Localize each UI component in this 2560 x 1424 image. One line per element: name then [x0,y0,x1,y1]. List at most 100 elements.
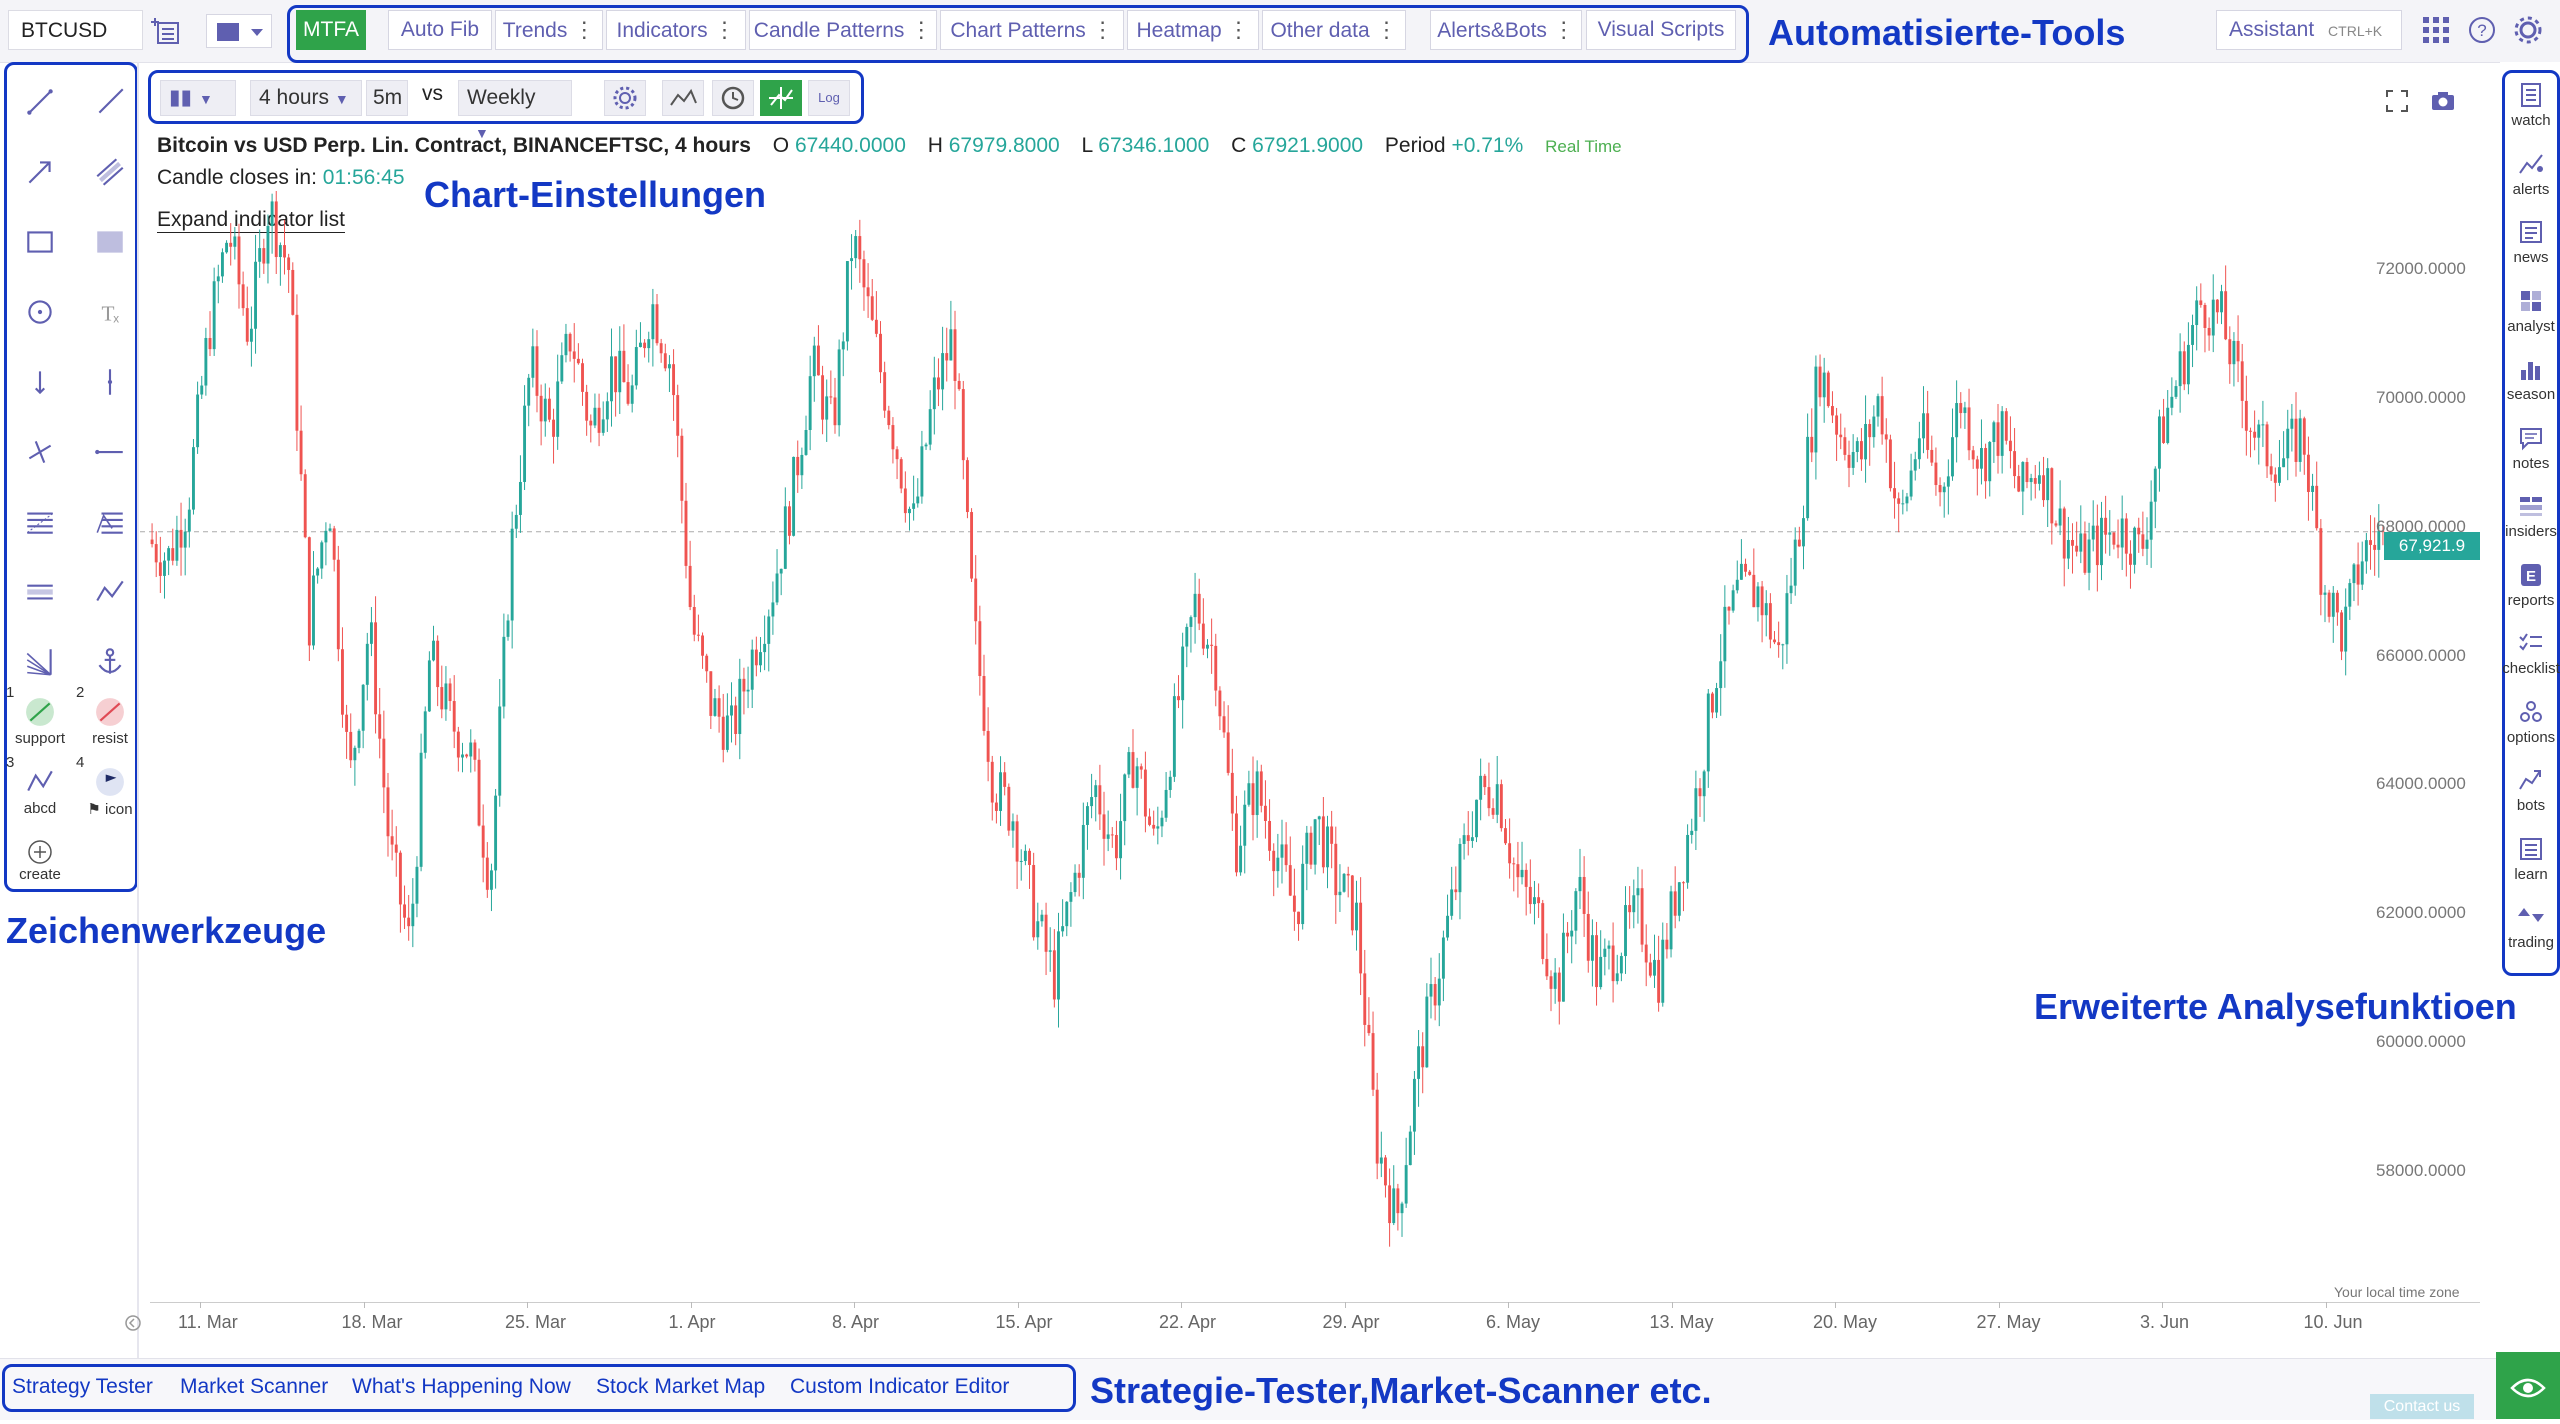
preset-3-icon[interactable] [82,762,138,802]
candle-body [1309,832,1313,865]
circle-icon[interactable] [12,284,68,340]
symbol-input[interactable]: BTCUSD [8,10,143,50]
sidebar-item-alerts[interactable]: alerts [2502,149,2560,198]
reset-axis-icon[interactable] [124,1314,142,1332]
sidebar-item-notes[interactable]: notes [2502,423,2560,472]
candle-body [1028,850,1031,865]
sidebar-item-analyst[interactable]: analyst [2502,286,2560,335]
preset-0-icon[interactable] [12,692,68,732]
preset-1-icon[interactable] [82,692,138,732]
candle-body [974,578,978,622]
visual-scripts-button[interactable]: Visual Scripts [1586,10,1736,50]
crossline-icon[interactable] [12,424,68,480]
down-arrow-icon[interactable] [12,354,68,410]
candle-body [2042,475,2045,501]
mtfa-button[interactable]: MTFA [296,10,366,50]
sidebar-item-trading[interactable]: trading [2502,902,2560,951]
sidebar-item-news[interactable]: news [2502,217,2560,266]
more-icon[interactable]: ⋮ [713,17,735,42]
auto-fib-button[interactable]: Auto Fib [388,10,492,50]
horizontal-line-icon[interactable] [82,424,138,480]
candle-body [1615,973,1619,982]
rectangle-icon[interactable] [12,214,68,270]
candlestick-chart[interactable] [140,140,2490,1300]
camera-icon[interactable] [2428,86,2458,116]
chart-settings-button[interactable] [604,80,646,116]
sub-interval-button[interactable]: 5m [366,80,408,116]
arrow-icon[interactable] [12,144,68,200]
log-scale-button[interactable]: Log [808,80,850,116]
stock-market-map-link[interactable]: Stock Market Map [596,1375,765,1399]
ray-icon[interactable] [82,74,138,130]
fib-extension-icon[interactable] [82,494,138,550]
candle-body [1884,434,1888,440]
clear-format-icon[interactable]: Tx [82,284,138,340]
more-icon[interactable]: ⋮ [1228,17,1250,42]
heatmap-button[interactable]: Heatmap ⋮ [1127,10,1259,50]
interval-select[interactable]: 4 hours ▼ [250,80,362,116]
indicator-toggle-button[interactable] [662,80,704,116]
other-data-button[interactable]: Other data ⋮ [1262,10,1406,50]
custom-indicator-editor-link[interactable]: Custom Indicator Editor [790,1375,1009,1399]
apps-grid-icon[interactable] [2420,14,2452,46]
candle-body [2153,468,2157,502]
candle-body [1330,826,1334,844]
more-icon[interactable]: ⋮ [1553,17,1575,42]
candle-body [1901,503,1905,505]
indicators-button[interactable]: Indicators ⋮ [606,10,746,50]
candle-body [1768,603,1772,640]
sidebar-item-learn[interactable]: learn [2502,834,2560,883]
sidebar-item-bots[interactable]: bots [2502,765,2560,814]
candle-body [812,345,816,377]
sidebar-item-options[interactable]: options [2502,697,2560,746]
vertical-line-icon[interactable] [82,354,138,410]
candle-body [2215,299,2219,313]
fullscreen-icon[interactable] [2382,86,2412,116]
clock-button[interactable] [712,80,754,116]
candle-body [1951,437,1954,477]
whats-happening-link[interactable]: What's Happening Now [352,1375,571,1399]
candle-body [692,607,696,635]
gann-fan-icon[interactable] [12,634,68,690]
help-icon[interactable]: ? [2466,14,2498,46]
alerts-bots-button[interactable]: Alerts&Bots ⋮ [1430,10,1582,50]
anchor-icon[interactable] [82,634,138,690]
sidebar-item-watch[interactable]: watch [2502,80,2560,129]
chart-patterns-button[interactable]: Chart Patterns ⋮ [940,10,1124,50]
more-icon[interactable]: ⋮ [573,17,595,42]
filled-rect-icon[interactable] [82,214,138,270]
assistant-button[interactable]: Assistant CTRL+K [2216,10,2402,50]
create-tool-button[interactable] [12,834,68,870]
zigzag-icon[interactable] [82,564,138,620]
trendline-icon[interactable] [12,74,68,130]
sidebar-item-season[interactable]: season [2502,354,2560,403]
candle-body [709,671,713,716]
channel-icon[interactable] [82,144,138,200]
visibility-toggle[interactable] [2496,1352,2560,1419]
more-icon[interactable]: ⋮ [910,17,932,42]
date-tick: 15. Apr [995,1312,1053,1332]
trading-icon [2518,908,2544,922]
compare-select[interactable]: Weekly ▼ [458,80,572,141]
chart-type-select[interactable]: ▮▮ ▼ [160,80,236,116]
candle-patterns-button[interactable]: Candle Patterns ⋮ [749,10,937,50]
strategy-tester-link[interactable]: Strategy Tester [12,1375,153,1399]
trends-button[interactable]: Trends ⋮ [495,10,603,50]
contact-button[interactable]: Contact us [2370,1394,2474,1419]
watchlist-add-icon[interactable] [150,14,184,48]
sidebar-item-checklist[interactable]: checklist [2502,628,2560,677]
candle-body [2087,539,2091,573]
preset-2-icon[interactable] [12,762,68,802]
more-icon[interactable]: ⋮ [1376,17,1398,42]
parallel-lines-icon[interactable] [12,564,68,620]
sidebar-item-insiders[interactable]: insiders [2502,491,2560,540]
candle-body [1644,944,1648,963]
more-icon[interactable]: ⋮ [1092,17,1114,42]
candle-body [1984,448,1988,482]
fib-retracement-icon[interactable] [12,494,68,550]
color-picker[interactable] [206,14,272,48]
settings-icon[interactable] [2512,14,2544,46]
crosshair-button[interactable] [760,80,802,116]
market-scanner-link[interactable]: Market Scanner [180,1375,328,1399]
sidebar-item-reports[interactable]: Ereports [2502,560,2560,609]
